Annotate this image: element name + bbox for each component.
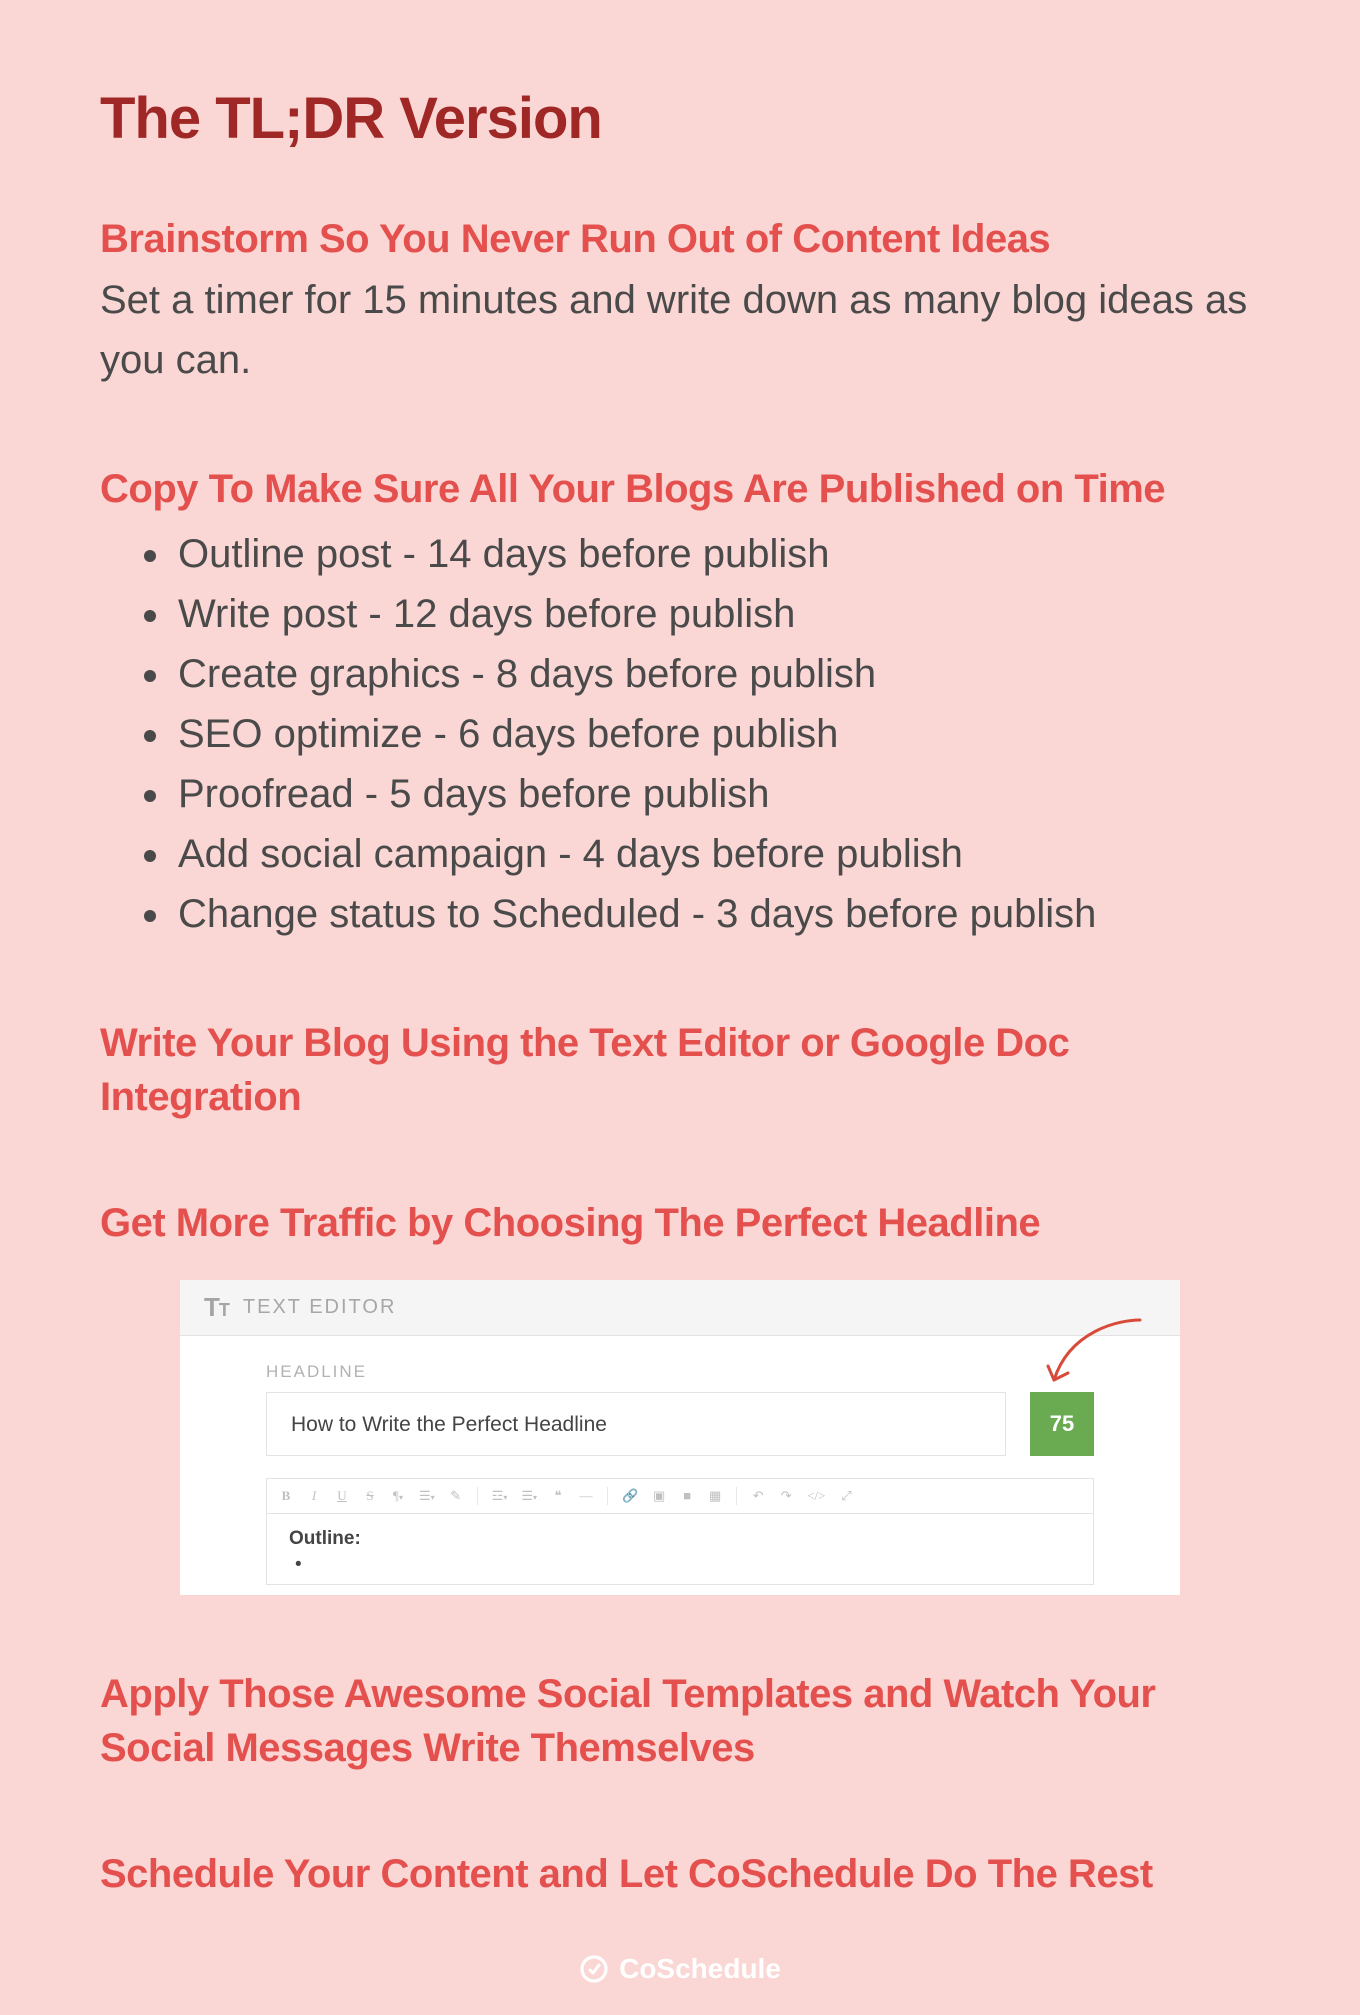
list-item: Proofread - 5 days before publish: [174, 764, 1260, 824]
page-title: The TL;DR Version: [100, 85, 1260, 152]
italic-icon[interactable]: I: [307, 1488, 321, 1504]
headline-field-label: HEADLINE: [266, 1362, 1094, 1382]
document-page: The TL;DR Version Brainstorm So You Neve…: [0, 0, 1360, 1901]
rich-text-toolbar: B I U S ¶▾ ☰▾ ✎ ☲▾ ☰▾ ❝ — 🔗 ▣ ■ ▦ ↶ ↷: [266, 1478, 1094, 1513]
editor-header: TT TEXT EDITOR: [180, 1280, 1180, 1336]
list-item: Write post - 12 days before publish: [174, 584, 1260, 644]
unordered-list-icon[interactable]: ☰▾: [521, 1488, 537, 1504]
text-size-icon: TT: [204, 1292, 229, 1323]
image-icon[interactable]: ▣: [652, 1488, 666, 1504]
footer-brand: CoSchedule: [0, 1953, 1360, 1985]
ordered-list-icon[interactable]: ☲▾: [492, 1488, 508, 1504]
toolbar-separator: [736, 1487, 737, 1505]
list-item: Create graphics - 8 days before publish: [174, 644, 1260, 704]
editor-body: HEADLINE How to Write the Perfect Headli…: [180, 1336, 1180, 1595]
brand-name: CoSchedule: [619, 1953, 781, 1985]
section-heading-brainstorm: Brainstorm So You Never Run Out of Conte…: [100, 212, 1260, 266]
editor-content-area[interactable]: Outline: •: [266, 1513, 1094, 1585]
toolbar-separator: [607, 1487, 608, 1505]
redo-icon[interactable]: ↷: [779, 1488, 793, 1504]
section-body-brainstorm: Set a timer for 15 minutes and write dow…: [100, 270, 1260, 390]
section-heading-write: Write Your Blog Using the Text Editor or…: [100, 1016, 1260, 1124]
hr-icon[interactable]: —: [579, 1488, 593, 1504]
video-icon[interactable]: ■: [680, 1488, 694, 1504]
headline-score-badge: 75: [1030, 1392, 1094, 1456]
fullscreen-icon[interactable]: ⤢: [839, 1488, 853, 1504]
headline-input[interactable]: How to Write the Perfect Headline: [266, 1392, 1006, 1456]
section-heading-social: Apply Those Awesome Social Templates and…: [100, 1667, 1260, 1775]
paragraph-icon[interactable]: ¶▾: [391, 1488, 405, 1504]
bold-icon[interactable]: B: [279, 1488, 293, 1504]
list-item: Change status to Scheduled - 3 days befo…: [174, 884, 1260, 944]
table-icon[interactable]: ▦: [708, 1488, 722, 1504]
underline-icon[interactable]: U: [335, 1488, 349, 1504]
strikethrough-icon[interactable]: S: [363, 1488, 377, 1504]
section-heading-traffic: Get More Traffic by Choosing The Perfect…: [100, 1196, 1260, 1250]
outline-bullet: •: [289, 1554, 1071, 1576]
align-icon[interactable]: ☰▾: [419, 1488, 435, 1504]
list-item: Add social campaign - 4 days before publ…: [174, 824, 1260, 884]
quote-icon[interactable]: ❝: [551, 1488, 565, 1504]
section-heading-copy: Copy To Make Sure All Your Blogs Are Pub…: [100, 462, 1260, 516]
list-item: Outline post - 14 days before publish: [174, 524, 1260, 584]
text-editor-screenshot: TT TEXT EDITOR HEADLINE How to Write the…: [180, 1280, 1180, 1595]
link-icon[interactable]: 🔗: [622, 1488, 638, 1504]
editor-panel-label: TEXT EDITOR: [243, 1296, 397, 1319]
clear-format-icon[interactable]: ✎: [449, 1488, 463, 1504]
headline-row: How to Write the Perfect Headline 75: [266, 1392, 1094, 1456]
task-list: Outline post - 14 days before publish Wr…: [100, 524, 1260, 944]
section-heading-schedule: Schedule Your Content and Let CoSchedule…: [100, 1847, 1260, 1901]
undo-icon[interactable]: ↶: [751, 1488, 765, 1504]
code-icon[interactable]: </>: [807, 1488, 825, 1504]
outline-label: Outline:: [289, 1528, 1071, 1550]
coschedule-logo-icon: [579, 1954, 609, 1984]
list-item: SEO optimize - 6 days before publish: [174, 704, 1260, 764]
toolbar-separator: [477, 1487, 478, 1505]
